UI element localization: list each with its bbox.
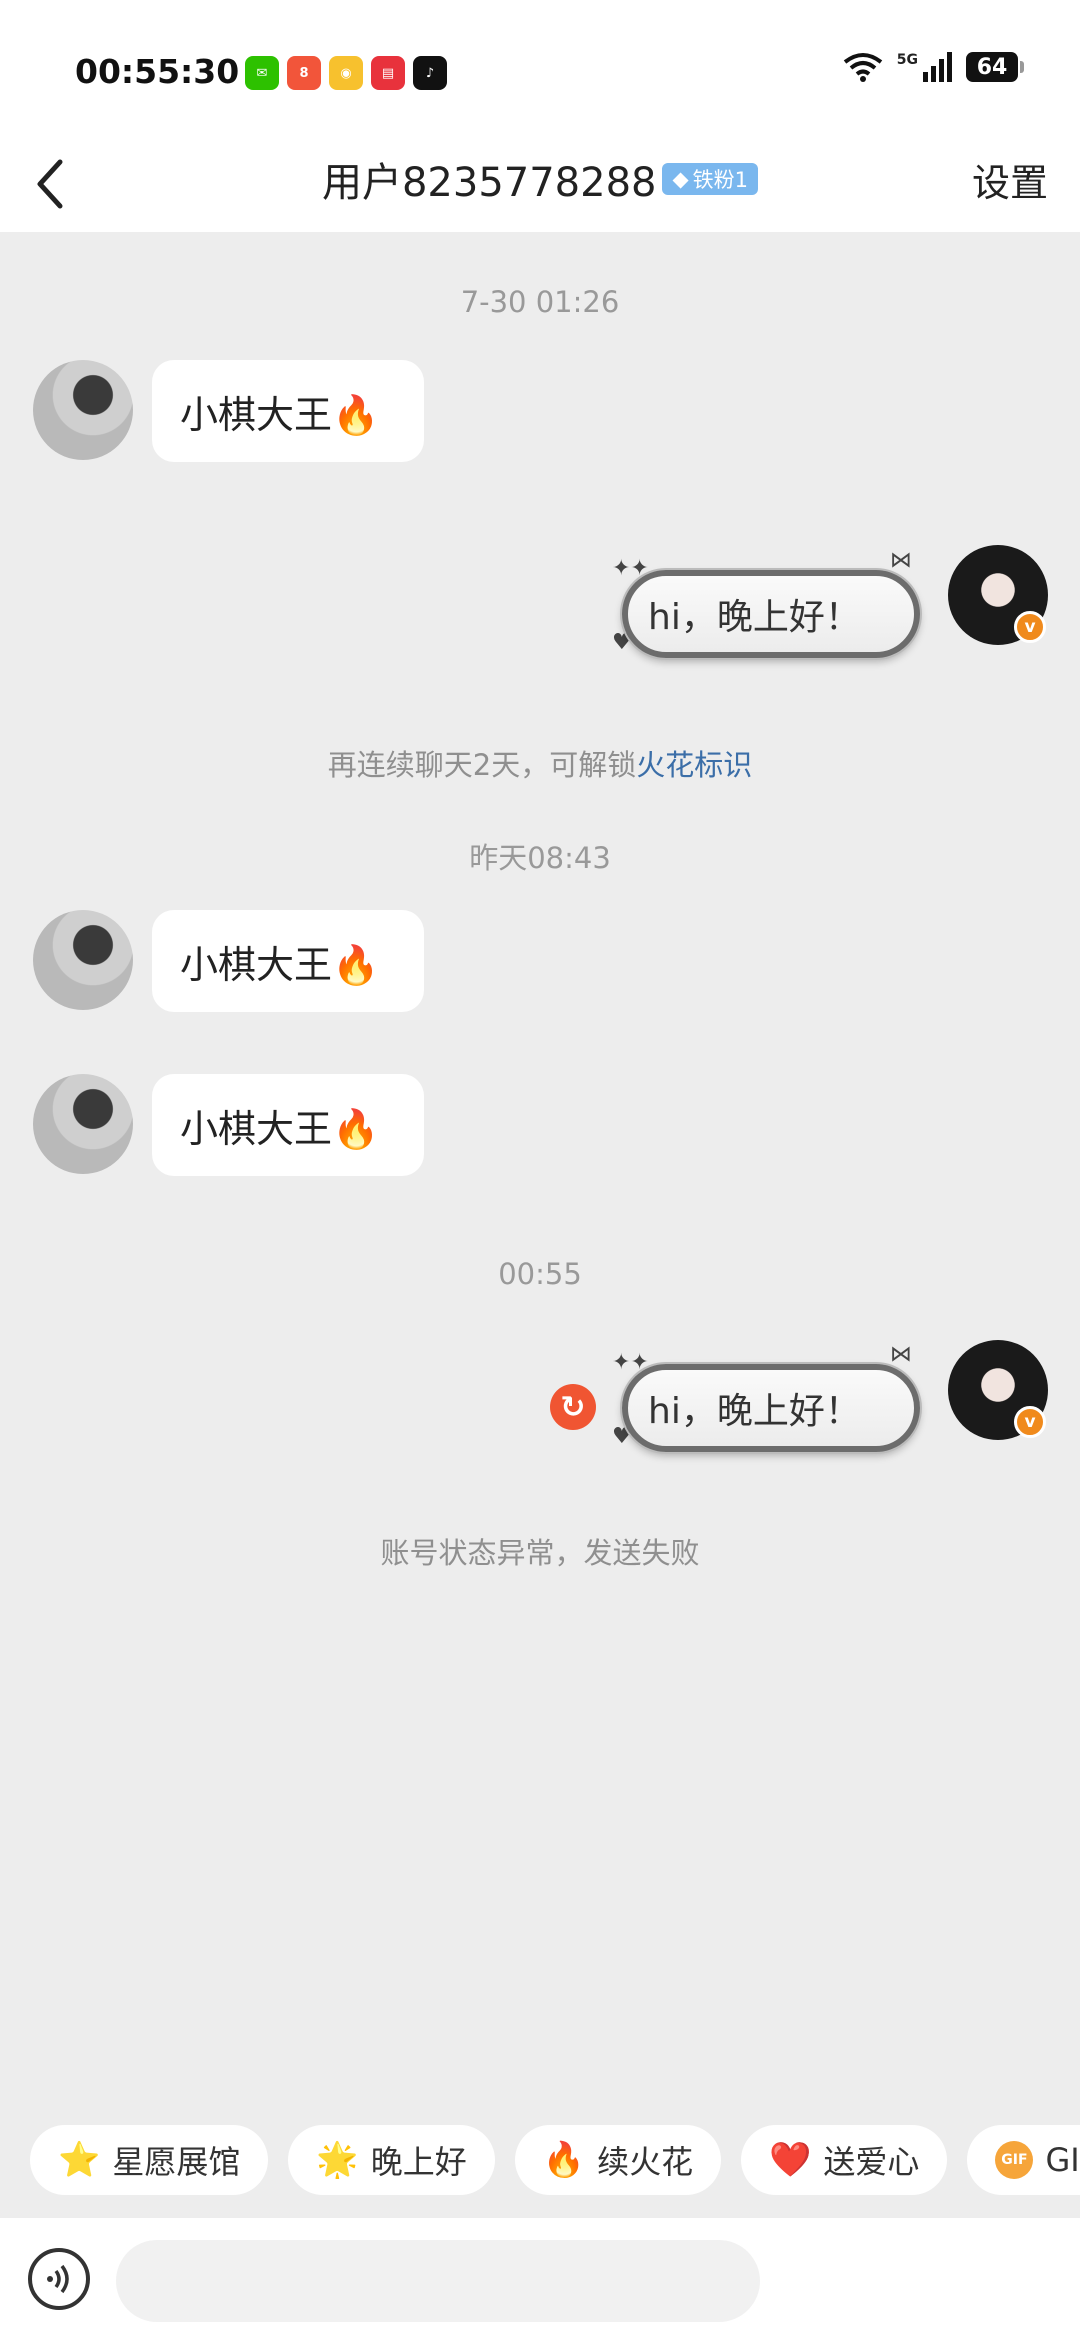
contact-avatar[interactable]: [33, 910, 133, 1010]
chip-label: 晚上好: [370, 2143, 467, 2181]
chip-label: 送爱心: [823, 2143, 920, 2181]
settings-button[interactable]: 设置: [972, 152, 1048, 207]
nav-bar: 用户8235778288 ◆ 铁粉1 设置: [0, 140, 1080, 232]
chat-screen: 00:55:30 ✉ 8 ◉ ▤ ♪ 5G 64 用户8235778288 ◆ …: [0, 0, 1080, 2344]
page-title-group: 用户8235778288 ◆ 铁粉1: [0, 150, 1080, 208]
bow-decoration: ⋈: [890, 548, 912, 573]
wechat-icon: ✉: [245, 56, 279, 90]
spark-badge-link[interactable]: 火花标识: [636, 748, 752, 782]
signal-icon: [923, 52, 952, 82]
input-bar: [0, 2218, 1080, 2344]
page-title: 用户8235778288: [321, 160, 657, 206]
gif-icon: GIF: [995, 2141, 1034, 2179]
network-type: 5G: [896, 52, 918, 68]
chip-gif[interactable]: GIF GIF: [967, 2125, 1080, 2195]
fire-icon: 🔥: [542, 2140, 586, 2180]
weibo-icon: ◉: [329, 56, 363, 90]
fan-level-label: 铁粉1: [692, 168, 749, 192]
notification-icons: ✉ 8 ◉ ▤ ♪: [245, 56, 447, 90]
chip-good-evening[interactable]: 🌟 晚上好: [288, 2125, 495, 2195]
message-timestamp: 昨天08:43: [469, 841, 611, 875]
app-icon: ▤: [371, 56, 405, 90]
streak-hint: 再连续聊天2天，可解锁火花标识: [0, 742, 1080, 784]
diamond-icon: ◆: [672, 167, 689, 191]
quick-reply-bar: ⭐ 星愿展馆 🌟 晚上好 🔥 续火花 ❤️ 送爱心 GIF GIF: [30, 2125, 1080, 2195]
contact-avatar[interactable]: [33, 1074, 133, 1174]
message-list[interactable]: 7-30 01:26 小棋大王🔥 v ✦✦ ⋈ ♥ hi，晚上好！ 再连续聊天2…: [0, 232, 1080, 2102]
contact-avatar[interactable]: [33, 360, 133, 460]
bow-decoration: ⋈: [890, 1342, 912, 1367]
message-timestamp: 7-30 01:26: [460, 285, 620, 319]
chip-send-heart[interactable]: ❤️ 送爱心: [741, 2125, 948, 2195]
fan-level-badge: ◆ 铁粉1: [662, 163, 759, 195]
message-timestamp: 00:55: [498, 1257, 582, 1291]
system-indicators: 5G 64: [843, 52, 1024, 82]
streak-hint-text: 再连续聊天2天，可解锁: [327, 748, 637, 782]
app-icon: 8: [287, 56, 321, 90]
status-bar: 00:55:30 ✉ 8 ◉ ▤ ♪ 5G 64: [0, 0, 1080, 140]
battery-indicator: 64: [966, 52, 1024, 82]
voice-icon: [47, 2264, 69, 2294]
wifi-icon: [843, 53, 882, 82]
voice-button[interactable]: [28, 2248, 90, 2310]
tiktok-icon: ♪: [413, 56, 447, 90]
received-message[interactable]: 小棋大王🔥: [152, 360, 424, 462]
glowing-star-icon: 🌟: [316, 2140, 359, 2180]
send-failed-notice: 账号状态异常，发送失败: [380, 1536, 700, 1570]
verified-icon: v: [1014, 611, 1046, 643]
chip-label: 续火花: [597, 2143, 694, 2181]
chip-label: 星愿展馆: [112, 2143, 241, 2181]
received-message[interactable]: 小棋大王🔥: [152, 1074, 424, 1176]
received-message[interactable]: 小棋大王🔥: [152, 910, 424, 1012]
status-time: 00:55:30: [75, 52, 240, 91]
chip-continue-spark[interactable]: 🔥 续火花: [514, 2125, 722, 2195]
verified-icon: v: [1014, 1406, 1046, 1438]
sent-message[interactable]: hi，晚上好！: [622, 570, 920, 658]
resend-icon[interactable]: ↻: [550, 1384, 596, 1430]
message-input[interactable]: [116, 2240, 760, 2322]
chip-star-gallery[interactable]: ⭐ 星愿展馆: [30, 2125, 269, 2195]
heart-icon: ❤️: [769, 2140, 812, 2180]
star-icon: ⭐: [58, 2140, 101, 2180]
sent-message-failed[interactable]: hi，晚上好！: [622, 1364, 920, 1452]
chip-label: GIF: [1045, 2141, 1080, 2179]
